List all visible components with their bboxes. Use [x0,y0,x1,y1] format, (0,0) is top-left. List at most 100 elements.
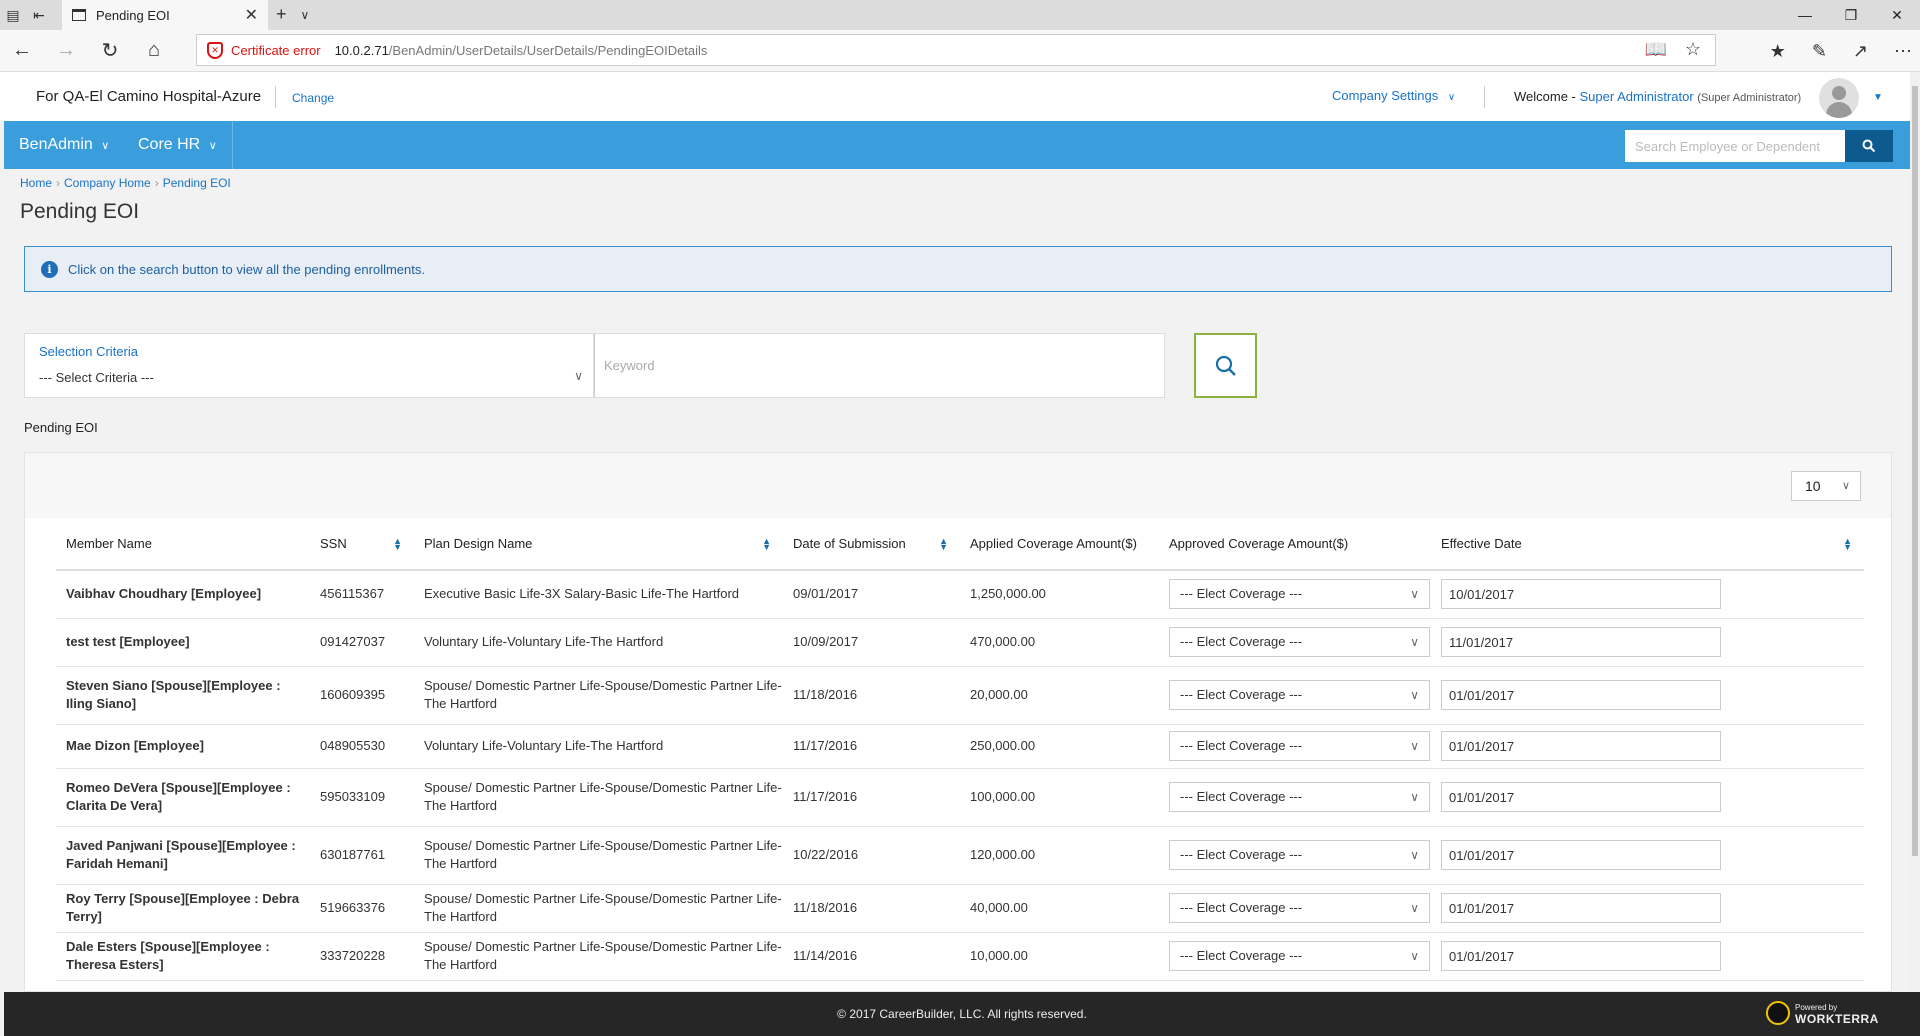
share-icon[interactable]: ↗ [1853,41,1868,62]
approved-coverage-value: --- Elect Coverage --- [1180,789,1303,804]
page-scrollbar[interactable] [1910,72,1920,992]
nav-divider [232,121,233,169]
search-button[interactable] [1194,333,1257,398]
brand-name: WORKTERRA [1795,1012,1879,1026]
welcome-label: Welcome - [1514,89,1580,104]
approved-coverage-select[interactable]: --- Elect Coverage --- ∨ [1169,782,1430,812]
avatar[interactable] [1819,78,1859,118]
approved-coverage-select[interactable]: --- Elect Coverage --- ∨ [1169,840,1430,870]
change-company-link[interactable]: Change [292,91,334,105]
browser-tab-bar: ▤ ⇤ Pending EOI ✕ + ∨ — ❐ ✕ [0,0,1920,30]
effective-date-cell [1431,666,1864,725]
app-header: For QA-El Camino Hospital-Azure Change C… [0,72,1910,121]
effective-date-input[interactable] [1441,941,1721,971]
chevron-down-icon: ∨ [1410,635,1419,649]
sort-icon[interactable]: ▲ ▼ [762,537,771,552]
restore-icon[interactable]: ❐ [1828,7,1874,24]
favorite-star-icon[interactable]: ☆ [1685,39,1701,60]
set-aside-tabs-icon[interactable]: ⇤ [26,0,52,30]
workterra-logo: Powered by WORKTERRA [1766,1000,1879,1025]
approved-coverage-select[interactable]: --- Elect Coverage --- ∨ [1169,680,1430,710]
forward-icon[interactable]: → [44,39,88,62]
chevron-down-icon: ∨ [1410,587,1419,602]
url-host: 10.0.2.71 [334,42,389,58]
selection-criteria-dropdown[interactable]: Selection Criteria --- Select Criteria -… [24,333,594,398]
effective-date-input[interactable] [1441,579,1721,610]
effective-date-input[interactable] [1441,840,1721,870]
plan-design-name: Executive Basic Life-3X Salary-Basic Lif… [414,570,783,619]
url-field[interactable]: ✕ Certificate error 10.0.2.71/BenAdmin/U… [196,34,1716,66]
chevron-down-icon: ∨ [1410,739,1419,753]
nav-menu-benadmin[interactable]: BenAdmin ∨ [19,136,109,154]
logo-mark-icon [1766,1000,1790,1025]
breadcrumb-company-home[interactable]: Company Home [64,176,151,190]
info-alert: i Click on the search button to view all… [24,246,1892,292]
column-header-label: Date of Submission [793,536,906,551]
web-note-icon[interactable]: ✎ [1812,41,1827,62]
applied-coverage-amount: 250,000.00 [960,724,1159,769]
applied-coverage-amount: 10,000.00 [960,932,1159,981]
favorites-hub-icon[interactable]: ★ [1770,41,1786,62]
approved-coverage-select[interactable]: --- Elect Coverage --- ∨ [1169,579,1430,610]
approved-coverage-cell: --- Elect Coverage --- ∨ [1159,932,1431,981]
member-name: Dale Esters [Spouse][Employee : Theresa … [56,932,310,981]
breadcrumb-separator-icon: › [154,176,159,190]
sort-icon[interactable]: ▲ ▼ [393,537,402,552]
user-name-link[interactable]: Super Administrator [1580,89,1694,104]
chevron-down-icon: ∨ [208,140,217,152]
approved-coverage-select[interactable]: --- Elect Coverage --- ∨ [1169,893,1430,923]
more-options-icon[interactable]: ⋯ [1894,41,1912,62]
page-size-select[interactable]: 10 ∨ [1791,471,1861,501]
submission-date: 11/18/2016 [783,666,960,725]
member-name: Javed Panjwani [Spouse][Employee : Farid… [56,826,310,885]
reading-view-icon[interactable]: 📖 [1644,39,1666,60]
refresh-icon[interactable]: ↻ [88,38,132,63]
new-tab-icon[interactable]: + [276,4,287,26]
nav-menu-corehr[interactable]: Core HR ∨ [138,136,217,154]
tab-manager-icon[interactable]: ▤ [0,0,26,30]
effective-date-input[interactable] [1441,680,1721,710]
sort-icon[interactable]: ▲ ▼ [1843,537,1852,552]
minimize-icon[interactable]: — [1782,7,1828,24]
sort-icon[interactable]: ▲ ▼ [939,537,948,552]
page-size-value: 10 [1805,478,1821,494]
effective-date-input[interactable] [1441,782,1721,812]
effective-date-input[interactable] [1441,893,1721,923]
tab-list-chevron-icon[interactable]: ∨ [301,4,310,26]
scrollbar-thumb[interactable] [1912,86,1918,856]
approved-coverage-select[interactable]: --- Elect Coverage --- ∨ [1169,941,1430,971]
certificate-warning-icon[interactable]: ✕ [207,41,223,59]
home-icon[interactable]: ⌂ [132,39,176,62]
chevron-down-icon: ∨ [1410,949,1419,963]
column-header-label: Effective Date [1441,536,1522,551]
keyword-input[interactable] [594,333,1165,398]
back-icon[interactable]: ← [0,39,44,62]
employee-search-input[interactable] [1625,130,1845,162]
certificate-error-label[interactable]: Certificate error [231,43,321,58]
table-row: Romeo DeVera [Spouse][Employee : Clarita… [56,768,1864,827]
approved-coverage-select[interactable]: --- Elect Coverage --- ∨ [1169,731,1430,761]
breadcrumb-home[interactable]: Home [20,176,52,190]
plan-design-name: Spouse/ Domestic Partner Life-Spouse/Dom… [414,768,783,827]
company-settings-menu[interactable]: Company Settings ∨ [1332,88,1455,103]
applied-coverage-amount: 1,250,000.00 [960,570,1159,619]
effective-date-input[interactable] [1441,731,1721,761]
window-close-icon[interactable]: ✕ [1874,7,1920,24]
user-menu-caret-icon[interactable]: ▼ [1873,92,1883,103]
applied-coverage-amount: 40,000.00 [960,884,1159,933]
browser-tab[interactable]: Pending EOI ✕ [62,0,268,30]
column-header-date-of-submission[interactable]: Date of Submission ▲ ▼ [783,518,960,571]
approved-coverage-select[interactable]: --- Elect Coverage --- ∨ [1169,627,1430,657]
column-header-effective-date[interactable]: Effective Date ▲ ▼ [1431,518,1864,571]
approved-coverage-cell: --- Elect Coverage --- ∨ [1159,618,1431,667]
close-tab-icon[interactable]: ✕ [245,5,258,25]
plan-design-name: Voluntary Life-Voluntary Life-The Hartfo… [414,618,783,667]
browser-address-bar: ← → ↻ ⌂ ✕ Certificate error 10.0.2.71/Be… [0,30,1920,72]
effective-date-input[interactable] [1441,627,1721,657]
column-header-plan-design-name[interactable]: Plan Design Name ▲ ▼ [414,518,783,571]
tab-title: Pending EOI [96,7,170,23]
breadcrumb-pending-eoi[interactable]: Pending EOI [163,176,231,190]
column-header-ssn[interactable]: SSN ▲ ▼ [310,518,414,571]
member-name: Steven Siano [Spouse][Employee : Iling S… [56,666,310,725]
employee-search-button[interactable] [1845,130,1893,162]
